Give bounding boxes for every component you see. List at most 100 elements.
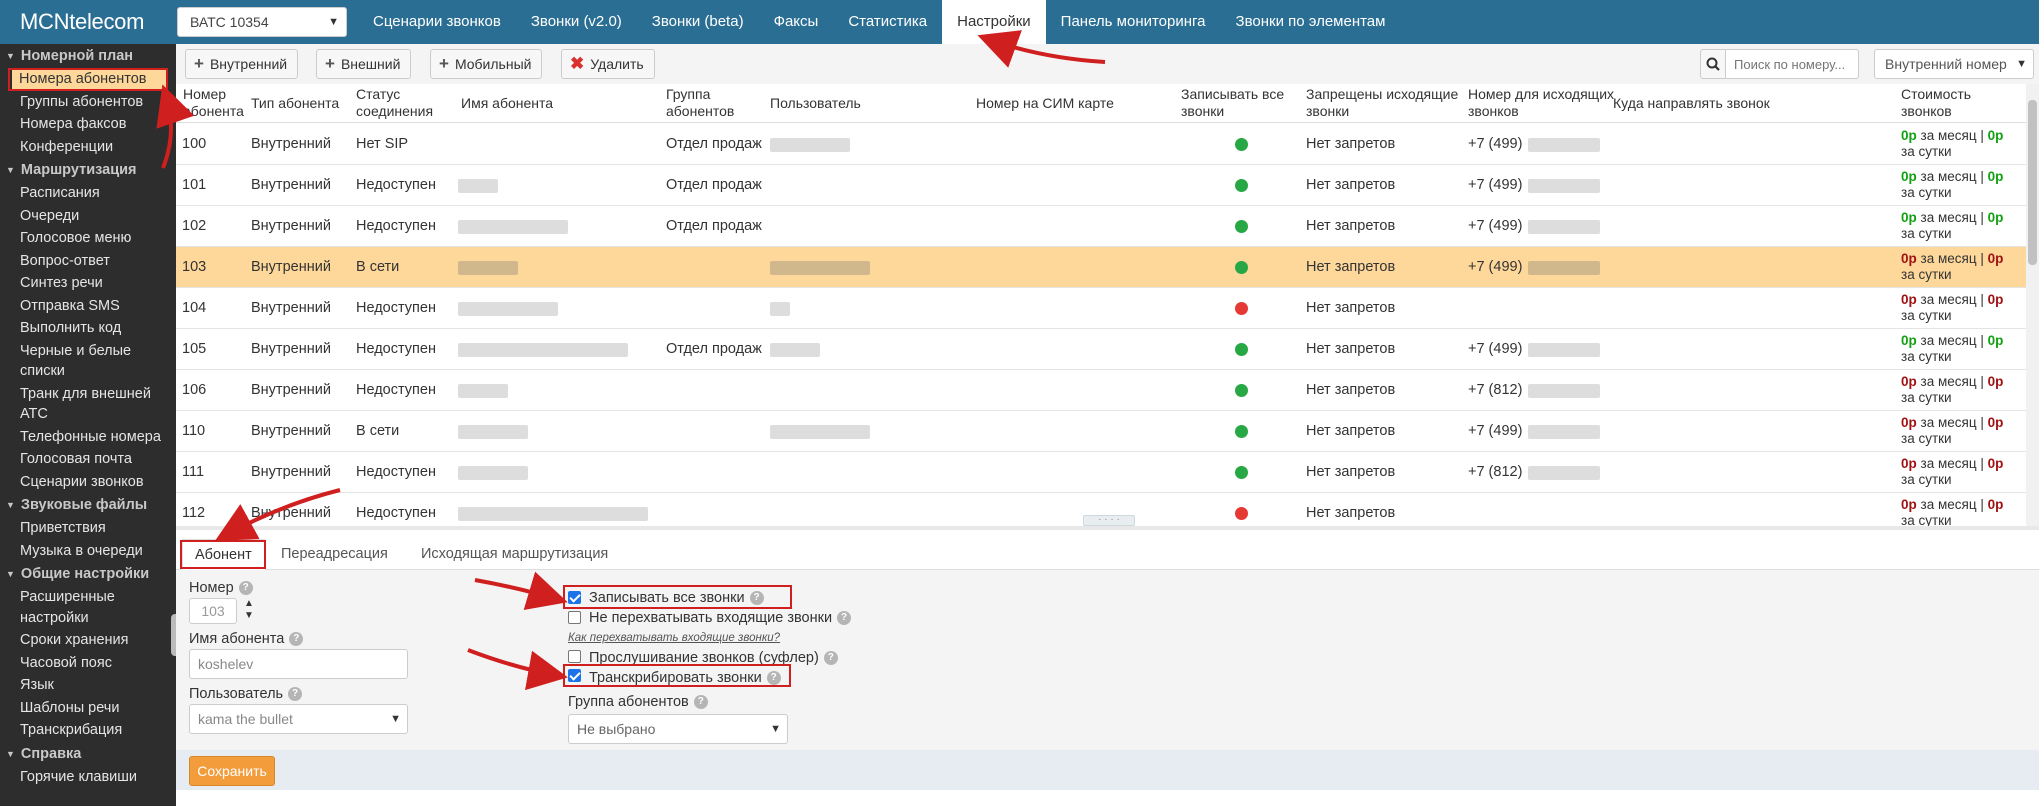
col-user[interactable]: Пользователь [770, 95, 861, 112]
table-row[interactable]: 105 Внутренний Недоступен Отдел продаж Нет з… [176, 329, 2026, 370]
sidebar-item-1-9[interactable]: Телефонные номера [0, 426, 176, 449]
howto-intercept-link[interactable]: Как перехватывать входящие звонки? [568, 632, 780, 644]
vatc-select[interactable]: ВАТС 10354 ▼ [177, 7, 347, 37]
sidebar-item-0-3[interactable]: Конференции [0, 136, 176, 159]
sidebar-item-1-0[interactable]: Расписания [0, 182, 176, 205]
nav-item-2[interactable]: Звонки (beta) [637, 0, 759, 44]
nav-item-4[interactable]: Статистика [833, 0, 942, 44]
sidebar-item-3-3[interactable]: Язык [0, 674, 176, 697]
redacted-user [770, 425, 870, 439]
table-row[interactable]: 106 Внутренний Недоступен Нет запретов +7 (8… [176, 370, 2026, 411]
col-sim[interactable]: Номер на СИМ карте [976, 95, 1114, 112]
help-icon[interactable]: ? [288, 687, 303, 702]
table-row[interactable]: 102 Внутренний Недоступен Отдел продаж Нет з… [176, 206, 2026, 247]
transcribe-calls-checkbox[interactable] [568, 669, 581, 682]
help-icon[interactable]: ? [749, 591, 764, 606]
add-internal-button[interactable]: + Внутренний [185, 49, 299, 79]
save-button[interactable]: Сохранить [189, 756, 275, 786]
add-mobile-button[interactable]: + Мобильный [430, 49, 543, 79]
name-field[interactable]: koshelev [189, 649, 408, 679]
sidebar-item-3-2[interactable]: Часовой пояс [0, 652, 176, 675]
sidebar-item-1-3[interactable]: Вопрос-ответ [0, 250, 176, 273]
user-select[interactable]: kama the bullet ▼ [189, 704, 408, 734]
sidebar-item-1-8[interactable]: Транк для внешней АТС [0, 383, 176, 426]
sidebar-item-1-11[interactable]: Сценарии звонков [0, 471, 176, 494]
nav-item-5[interactable]: Настройки [942, 0, 1046, 44]
table-row[interactable]: 101 Внутренний Недоступен Отдел продаж Нет з… [176, 165, 2026, 206]
table-scrollbar-thumb[interactable] [2028, 100, 2037, 265]
sidebar-section-4[interactable]: ▼ Справка [0, 742, 176, 766]
tab-forwarding[interactable]: Переадресация [269, 539, 400, 570]
search-button[interactable] [1700, 49, 1726, 79]
col-caller-id[interactable]: Номер для исходящих звонков [1468, 86, 1628, 120]
splitter-handle[interactable]: · · · · [1083, 515, 1135, 526]
help-icon[interactable]: ? [693, 695, 708, 710]
col-type[interactable]: Тип абонента [251, 95, 339, 112]
sidebar-section-2[interactable]: ▼ Звуковые файлы [0, 493, 176, 517]
sidebar-item-1-2[interactable]: Голосовое меню [0, 227, 176, 250]
nav-item-3[interactable]: Факсы [759, 0, 834, 44]
col-record[interactable]: Записывать все звонки [1181, 86, 1296, 120]
help-icon[interactable]: ? [823, 651, 838, 666]
type-filter-select[interactable]: Внутренний номер ▼ [1874, 49, 2034, 79]
stepper-up-icon[interactable]: ▲ [244, 598, 254, 609]
table-row[interactable]: 100 Внутренний Нет SIP Отдел продаж Нет запр… [176, 124, 2026, 165]
number-label: Номер? [189, 580, 253, 596]
transcribe-calls-label: Транскрибировать звонки? [589, 670, 781, 686]
col-group[interactable]: Группа абонентов [666, 86, 746, 120]
sidebar-item-0-0[interactable]: Номера абонентов [12, 68, 168, 91]
sidebar-item-0-2[interactable]: Номера факсов [0, 113, 176, 136]
number-field[interactable]: 103 [189, 598, 237, 624]
sidebar-item-1-5[interactable]: Отправка SMS [0, 295, 176, 318]
col-cost[interactable]: Стоимость звонков [1901, 86, 2011, 120]
brand-logo[interactable]: MCNtelecom [0, 0, 176, 44]
sidebar-item-1-4[interactable]: Синтез речи [0, 272, 176, 295]
sidebar-item-1-7[interactable]: Черные и белые списки [0, 340, 176, 383]
nav-item-7[interactable]: Звонки по элементам [1221, 0, 1401, 44]
sidebar-item-3-0[interactable]: Расширенные настройки [0, 586, 176, 629]
col-outgoing[interactable]: Запрещены исходящие звонки [1306, 86, 1476, 120]
col-name[interactable]: Имя абонента [461, 95, 553, 112]
add-external-button[interactable]: + Внешний [316, 49, 412, 79]
sidebar-item-2-1[interactable]: Музыка в очереди [0, 540, 176, 563]
search-input[interactable] [1725, 49, 1859, 79]
sidebar-section-1[interactable]: ▼ Маршрутизация [0, 158, 176, 182]
help-icon[interactable]: ? [837, 611, 852, 626]
table-row[interactable]: 111 Внутренний Недоступен Нет запретов +7 (8… [176, 452, 2026, 493]
help-icon[interactable]: ? [238, 581, 253, 596]
nav-item-6[interactable]: Панель мониторинга [1046, 0, 1221, 44]
delete-button[interactable]: ✖ Удалить [561, 49, 655, 79]
sidebar-item-0-1[interactable]: Группы абонентов [0, 91, 176, 114]
sidebar-item-1-1[interactable]: Очереди [0, 205, 176, 228]
no-intercept-checkbox[interactable] [568, 611, 581, 624]
sidebar-item-3-5[interactable]: Транскрибация [0, 719, 176, 742]
cell-cost: 0р за месяц | 0р за сутки [1901, 497, 2021, 526]
nav-item-0[interactable]: Сценарии звонков [358, 0, 516, 44]
sidebar-section-3[interactable]: ▼ Общие настройки [0, 562, 176, 586]
sidebar-section-title: Общие настройки [20, 566, 150, 582]
col-redirect[interactable]: Куда направлять звонок [1613, 95, 1770, 112]
table-row[interactable]: 103 Внутренний В сети Нет запретов +7 (499) 0… [176, 247, 2026, 288]
help-icon[interactable]: ? [289, 632, 304, 647]
stepper-down-icon[interactable]: ▼ [244, 610, 254, 621]
sidebar-item-4-0[interactable]: Горячие клавиши [0, 766, 176, 789]
group-select[interactable]: Не выбрано ▼ [568, 714, 788, 744]
sidebar-item-1-6[interactable]: Выполнить код [0, 317, 176, 340]
nav-item-1[interactable]: Звонки (v2.0) [516, 0, 637, 44]
col-status[interactable]: Статус соединения [356, 86, 436, 120]
cost-month-value: 0р [1901, 497, 1917, 512]
listen-calls-checkbox[interactable] [568, 650, 581, 663]
help-icon[interactable]: ? [766, 671, 781, 686]
table-row[interactable]: 110 Внутренний В сети Нет запретов +7 (499) 0… [176, 411, 2026, 452]
sidebar-item-1-10[interactable]: Голосовая почта [0, 448, 176, 471]
number-stepper[interactable]: ▲ ▼ [244, 598, 254, 622]
record-calls-checkbox[interactable] [568, 591, 581, 604]
sidebar-section-0[interactable]: ▼ Номерной план [0, 44, 176, 68]
table-row[interactable]: 104 Внутренний Недоступен Нет запретов 0р за… [176, 288, 2026, 329]
sidebar-item-3-1[interactable]: Сроки хранения [0, 629, 176, 652]
tab-outgoing-routing[interactable]: Исходящая маршрутизация [409, 539, 620, 570]
sidebar-item-3-4[interactable]: Шаблоны речи [0, 697, 176, 720]
col-number[interactable]: Номер абонента [183, 86, 244, 120]
sidebar-item-2-0[interactable]: Приветствия [0, 517, 176, 540]
tab-subscriber[interactable]: Абонент [182, 539, 265, 570]
